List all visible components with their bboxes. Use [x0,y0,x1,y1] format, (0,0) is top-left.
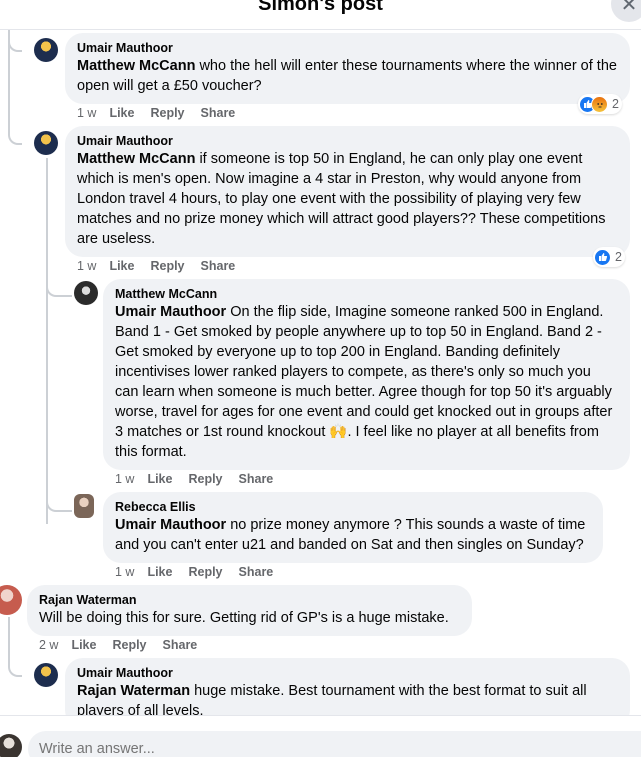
comment-author[interactable]: Rajan Waterman [39,592,460,608]
comment-bubble: Rajan Waterman Will be doing this for su… [27,585,472,636]
answer-input[interactable] [28,731,641,757]
reply-button[interactable]: Reply [112,637,146,653]
comment-author[interactable]: Matthew McCann [115,286,618,302]
comment-author[interactable]: Rebecca Ellis [115,499,591,515]
comment-bubble: Umair Mauthoor Matthew McCann who the he… [65,33,630,104]
close-icon: ✕ [620,0,638,16]
comment-text: Matthew McCann if someone is top 50 in E… [77,149,618,249]
share-button[interactable]: Share [239,564,274,580]
mention-link[interactable]: Matthew McCann [77,58,195,74]
comment-actions: 1 w Like Reply Share [77,105,251,121]
comment-author[interactable]: Umair Mauthoor [77,40,618,56]
comment-actions: 1 w Like Reply Share [115,564,289,580]
mention-link[interactable]: Umair Mauthoor [115,517,226,533]
share-button[interactable]: Share [239,471,274,487]
avatar[interactable] [74,494,94,518]
reply-button[interactable]: Reply [188,564,222,580]
reply-button[interactable]: Reply [188,471,222,487]
comment-bubble: Matthew McCann Umair Mauthoor On the fli… [103,279,630,470]
avatar[interactable] [34,38,58,62]
comment-time[interactable]: 2 w [39,637,58,653]
thread-elbow [8,655,22,677]
post-header: Simon's post ✕ [0,0,641,30]
like-reaction-icon [594,248,611,266]
avatar[interactable] [0,585,22,615]
avatar[interactable] [34,663,58,687]
thread-elbow [46,490,72,512]
share-button[interactable]: Share [163,637,198,653]
mention-link[interactable]: Rajan Waterman [77,683,190,699]
like-button[interactable]: Like [109,105,134,121]
avatar[interactable] [34,131,58,155]
answer-composer [0,715,641,757]
reaction-count: 2 [612,97,619,111]
reaction-summary[interactable]: 2 [593,247,625,267]
thread-elbow [8,121,22,145]
avatar[interactable] [74,281,98,305]
like-button[interactable]: Like [71,637,96,653]
comment-actions: 2 w Like Reply Share [39,637,213,653]
comment-text: Umair Mauthoor On the flip side, Imagine… [115,302,618,462]
reply-button[interactable]: Reply [150,105,184,121]
comment-body: On the flip side, Imagine someone ranked… [115,304,613,460]
reaction-count: 2 [615,250,622,264]
post-title: Simon's post [258,0,383,15]
comment-text: Matthew McCann who the hell will enter t… [77,56,618,96]
close-button[interactable]: ✕ [611,0,641,22]
comment-body: Will be doing this for sure. Getting rid… [39,610,449,626]
mention-link[interactable]: Umair Mauthoor [115,304,226,320]
share-button[interactable]: Share [201,105,236,121]
comment-time[interactable]: 1 w [115,564,134,580]
mention-link[interactable]: Matthew McCann [77,151,195,167]
like-button[interactable]: Like [147,564,172,580]
like-button[interactable]: Like [109,258,134,274]
comment-time[interactable]: 1 w [115,471,134,487]
thread-line [46,158,48,524]
reaction-summary[interactable]: 2 [578,94,622,114]
comment-time[interactable]: 1 w [77,105,96,121]
share-button[interactable]: Share [201,258,236,274]
comment-author[interactable]: Umair Mauthoor [77,133,618,149]
comment-text: Will be doing this for sure. Getting rid… [39,608,460,628]
thread-elbow [8,30,22,52]
thread-elbow [46,275,72,297]
comment-text: Umair Mauthoor no prize money anymore ? … [115,515,591,555]
angry-reaction-icon [591,95,608,113]
comment-time[interactable]: 1 w [77,258,96,274]
comment-actions: 1 w Like Reply Share [115,471,289,487]
comment-actions: 1 w Like Reply Share [77,258,251,274]
comment-bubble: Rebecca Ellis Umair Mauthoor no prize mo… [103,492,603,563]
reply-button[interactable]: Reply [150,258,184,274]
current-user-avatar [0,734,22,757]
like-button[interactable]: Like [147,471,172,487]
comment-bubble: Umair Mauthoor Matthew McCann if someone… [65,126,630,257]
comment-author[interactable]: Umair Mauthoor [77,665,618,681]
